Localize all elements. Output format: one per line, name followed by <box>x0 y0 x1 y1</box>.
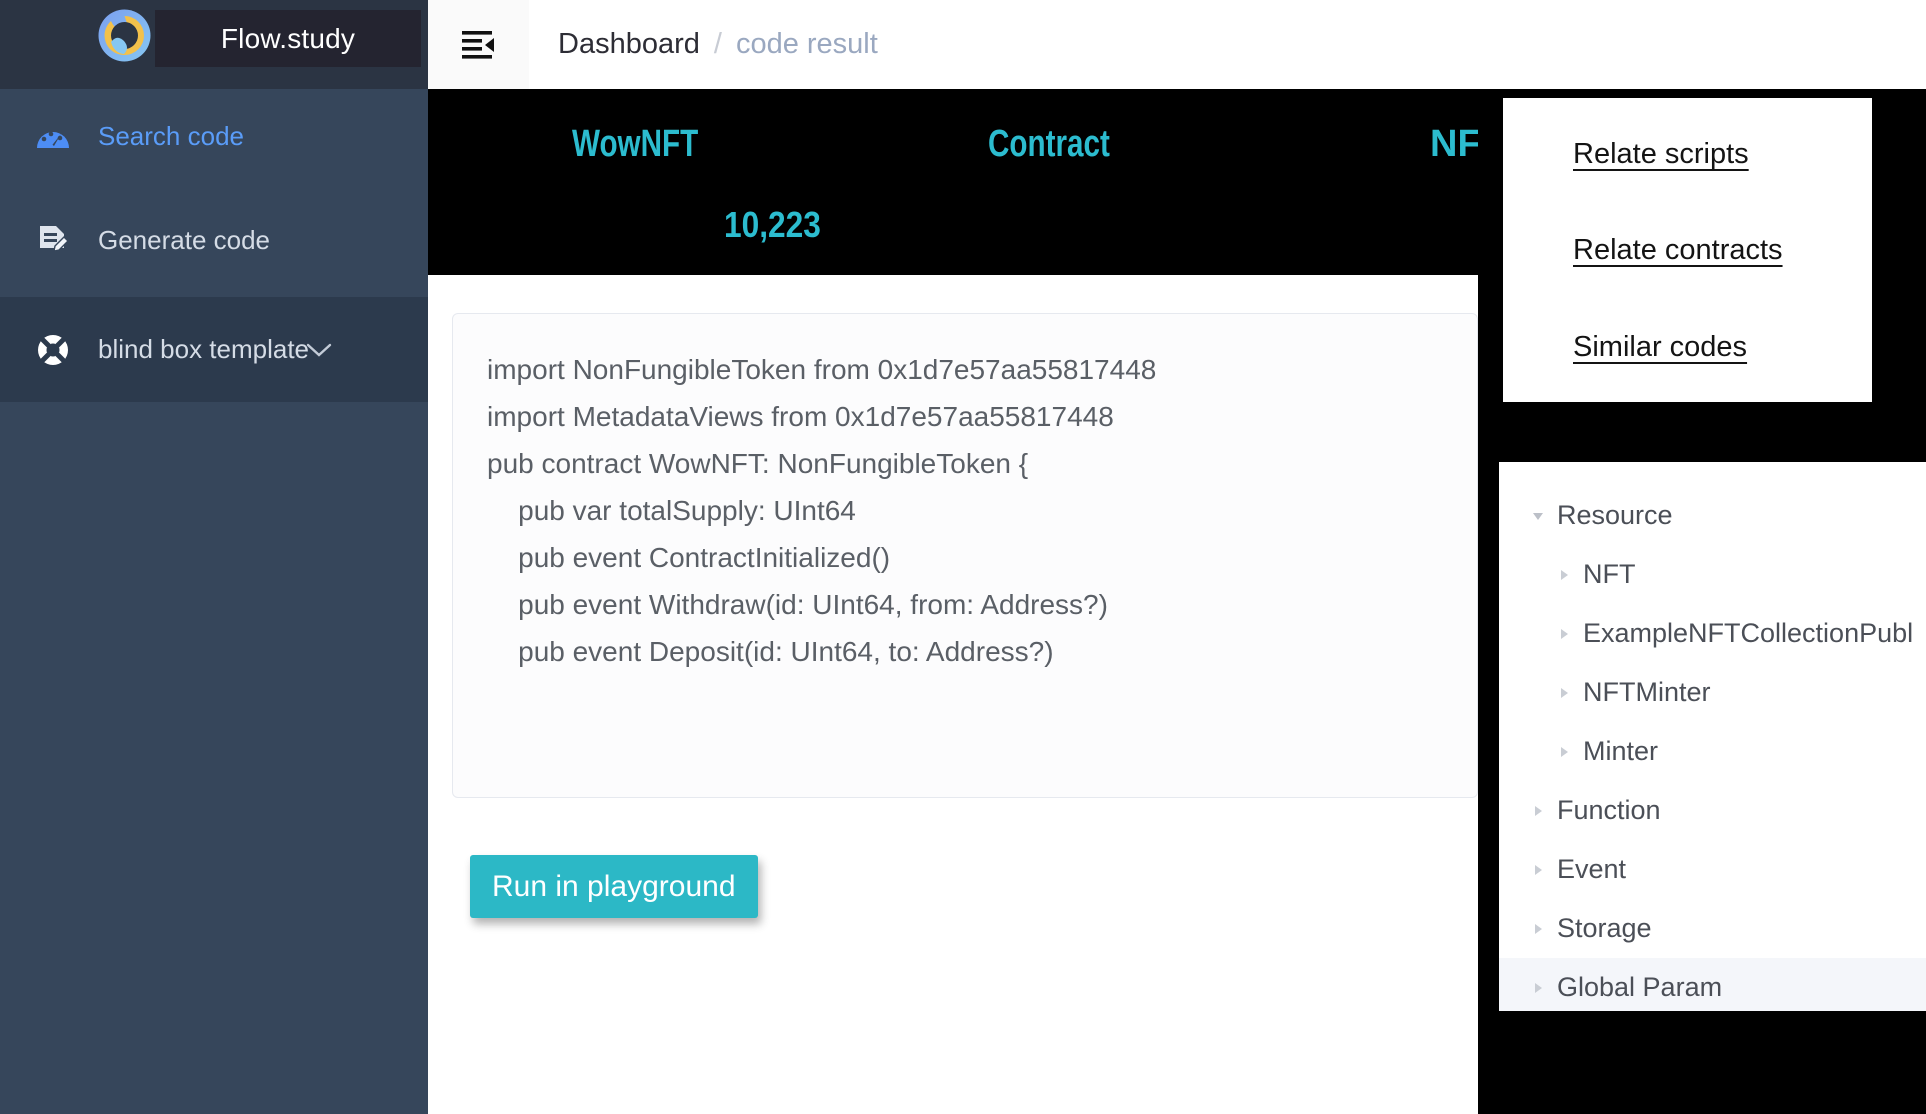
contract-banner: WowNFT Contract NFT 10,223 <box>428 89 1478 275</box>
code-line: import MetadataViews from 0x1d7e57aa5581… <box>487 401 1114 432</box>
tree-node-function[interactable]: Function <box>1499 781 1926 840</box>
chevron-down-icon[interactable] <box>306 342 332 358</box>
sidebar-item-label: Generate code <box>98 225 271 255</box>
code-line: pub event ContractInitialized() <box>487 542 891 573</box>
sidebar-item-blind-box-template[interactable]: blind box template <box>0 297 428 402</box>
code-line: pub event Withdraw(id: UInt64, from: Add… <box>487 589 1108 620</box>
caret-right-icon[interactable] <box>1551 627 1577 641</box>
tree-node-nftminter[interactable]: NFTMinter <box>1499 663 1926 722</box>
tree-node-label: Minter <box>1583 736 1659 766</box>
code-line: pub event Deposit(id: UInt64, to: Addres… <box>487 636 1054 667</box>
caret-right-icon[interactable] <box>1551 686 1577 700</box>
blind-box-icon <box>26 333 80 367</box>
document-edit-icon <box>26 224 80 258</box>
code-line: pub var totalSupply: UInt64 <box>487 495 856 526</box>
tree-node-label: Global Param <box>1557 972 1723 1002</box>
code-result-content: import NonFungibleToken from 0x1d7e57aa5… <box>428 275 1478 1114</box>
code-block[interactable]: import NonFungibleToken from 0x1d7e57aa5… <box>452 313 1478 798</box>
relate-scripts-link[interactable]: Relate scripts <box>1573 138 1749 171</box>
tree-node-storage[interactable]: Storage <box>1499 899 1926 958</box>
app-root: Flow.study Search code Generate code bli… <box>0 0 1926 1114</box>
sidebar-item-label: blind box template <box>98 334 310 364</box>
relate-contracts-link[interactable]: Relate contracts <box>1573 234 1783 267</box>
code-line: pub contract WowNFT: NonFungibleToken { <box>487 448 1029 479</box>
brand-title: Flow.study <box>155 10 421 67</box>
tree-node-nft[interactable]: NFT <box>1499 545 1926 604</box>
menu-fold-icon[interactable] <box>428 0 529 89</box>
similar-codes-link[interactable]: Similar codes <box>1573 331 1747 364</box>
caret-right-icon[interactable] <box>1525 981 1551 995</box>
breadcrumb-separator: / <box>713 28 722 60</box>
flow-logo-icon <box>97 8 152 63</box>
caret-down-icon[interactable] <box>1525 509 1551 523</box>
banner-count: 10,223 <box>724 204 821 245</box>
tree-node-label: Event <box>1557 854 1627 884</box>
dashboard-gauge-icon <box>26 122 80 152</box>
relate-links-panel: Relate scripts Relate contracts Similar … <box>1503 98 1872 402</box>
tree-node-resource[interactable]: Resource <box>1499 486 1926 545</box>
code-line: import NonFungibleToken from 0x1d7e57aa5… <box>487 354 1157 385</box>
caret-right-icon[interactable] <box>1525 922 1551 936</box>
breadcrumb: Dashboard / code result <box>558 0 878 89</box>
sidebar-header: Flow.study <box>0 0 428 89</box>
caret-right-icon[interactable] <box>1525 863 1551 877</box>
tree-node-label: ExampleNFTCollectionPubl <box>1583 618 1914 648</box>
tree-node-minter[interactable]: Minter <box>1499 722 1926 781</box>
tree-node-event[interactable]: Event <box>1499 840 1926 899</box>
banner-contract-name: WowNFT <box>572 123 699 165</box>
structure-tree-panel: Resource NFT ExampleNFTCollectionPubl NF… <box>1499 462 1926 1011</box>
tree-node-global-param[interactable]: Global Param <box>1499 958 1926 1011</box>
tree-node-label: NFTMinter <box>1583 677 1711 707</box>
caret-right-icon[interactable] <box>1551 568 1577 582</box>
tree-node-label: NFT <box>1583 559 1636 589</box>
breadcrumb-current[interactable]: code result <box>736 28 878 61</box>
top-bar: Dashboard / code result <box>428 0 1926 89</box>
sidebar-item-generate-code[interactable]: Generate code <box>0 184 428 297</box>
sidebar-item-label: Search code <box>98 121 244 151</box>
banner-category: NFT <box>1430 123 1478 165</box>
tree-node-label: Function <box>1557 795 1661 825</box>
sidebar-item-search-code[interactable]: Search code <box>0 89 428 184</box>
tree-node-examplenftcollectionpubl[interactable]: ExampleNFTCollectionPubl <box>1499 604 1926 663</box>
tree-node-label: Storage <box>1557 913 1652 943</box>
breadcrumb-root[interactable]: Dashboard <box>558 28 700 61</box>
banner-contract-type: Contract <box>988 123 1110 165</box>
run-in-playground-button[interactable]: Run in playground <box>470 855 758 918</box>
caret-right-icon[interactable] <box>1525 804 1551 818</box>
caret-right-icon[interactable] <box>1551 745 1577 759</box>
sidebar: Flow.study Search code Generate code bli… <box>0 0 428 1114</box>
tree-node-label: Resource <box>1557 500 1673 530</box>
